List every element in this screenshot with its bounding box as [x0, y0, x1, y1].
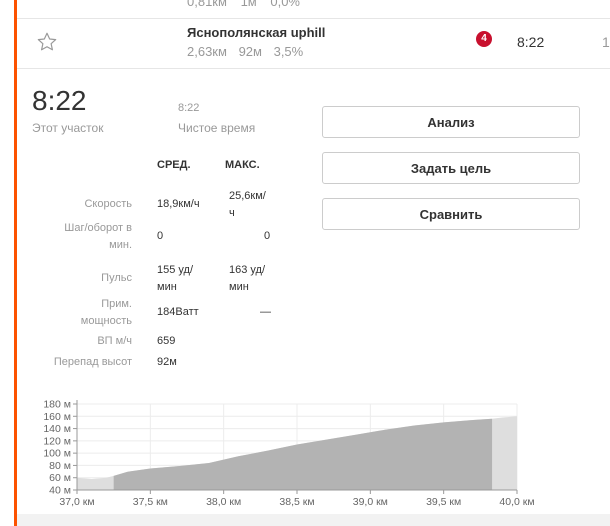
elevation-chart[interactable]: 40 м60 м80 м100 м120 м140 м160 м180 м 37,…: [0, 392, 610, 514]
stat-avg-cadence-line: 0: [157, 230, 164, 242]
stat-max-heart-rate: 163 уд/мин: [229, 262, 265, 296]
rank-badge: 4: [476, 31, 492, 47]
stat-max-power-line: —: [260, 306, 271, 318]
y-tick-label: 180 м: [43, 399, 71, 411]
y-tick-label: 160 м: [43, 411, 71, 423]
stat-label-heart-rate-line: Пульс: [101, 272, 132, 284]
stat-max-speed-line: ч: [229, 207, 235, 219]
previous-distance: 0,81км: [187, 0, 227, 9]
segment-stats: 2,63км 92м 3,5%: [187, 44, 311, 59]
x-tick-label: 37,5 км: [133, 496, 168, 508]
stat-avg-vam: 659: [157, 333, 175, 350]
stat-max-heart-rate-line: мин: [229, 281, 249, 293]
stat-label-cadence-line: Шаг/оборот в: [64, 222, 132, 234]
stat-avg-power-line: 184Ватт: [157, 306, 199, 318]
stat-avg-heart-rate-line: мин: [157, 281, 177, 293]
y-tick-label: 40 м: [49, 485, 71, 497]
analysis-button[interactable]: Анализ: [322, 106, 580, 138]
stat-label-heart-rate: Пульс: [20, 270, 132, 287]
segment-time: 8:22: [517, 34, 545, 50]
previous-elevation: 1м: [240, 0, 257, 9]
stat-label-vam-line: ВП м/ч: [97, 335, 132, 347]
stat-avg-cadence: 0: [157, 228, 163, 245]
stat-max-heart-rate-line: 163 уд/: [229, 264, 266, 276]
segment-name[interactable]: Яснополянская uphill: [187, 25, 325, 40]
row-divider: [17, 18, 610, 19]
stat-label-elevation-gain: Перепад высот: [20, 354, 132, 371]
y-tick-label: 80 м: [49, 460, 71, 472]
stat-avg-heart-rate-line: 155 уд/: [157, 264, 194, 276]
stat-avg-heart-rate: 155 уд/мин: [157, 262, 193, 296]
stat-avg-elevation-gain: 92м: [157, 354, 177, 371]
x-tick-label: 39,0 км: [353, 496, 388, 508]
stat-label-power-line: Прим.: [101, 298, 132, 310]
stat-label-power-line: мощность: [80, 315, 132, 327]
stat-avg-speed: 18,9км/ч: [157, 196, 200, 213]
row-divider: [17, 68, 610, 69]
stat-avg-vam-line: 659: [157, 335, 176, 347]
x-tick-label: 39,5 км: [426, 496, 461, 508]
moving-label: Чистое время: [178, 121, 256, 135]
stat-max-speed-line: 25,6км/: [229, 190, 266, 202]
stat-label-cadence-line: мин.: [109, 239, 132, 251]
segment-elevation: 92м: [238, 44, 262, 59]
y-tick-label: 100 м: [43, 448, 71, 460]
x-tick-label: 38,0 км: [206, 496, 241, 508]
stat-label-cadence: Шаг/оборот в мин.: [20, 220, 132, 254]
previous-segment-row[interactable]: 0,81км 1м 0,0%: [187, 0, 310, 9]
compare-button[interactable]: Сравнить: [322, 198, 580, 230]
stat-max-power: —: [260, 304, 271, 321]
max-header: МАКС.: [225, 159, 260, 171]
segment-distance: 2,63км: [187, 44, 227, 59]
stat-max-speed: 25,6км/ч: [229, 188, 266, 222]
stat-label-vam: ВП м/ч: [20, 333, 132, 350]
x-tick-label: 37,0 км: [59, 496, 94, 508]
x-tick-label: 38,5 км: [279, 496, 314, 508]
y-tick-label: 140 м: [43, 423, 71, 435]
stat-label-elevation-gain-line: Перепад высот: [53, 356, 132, 368]
y-tick-label: 60 м: [49, 472, 71, 484]
y-tick-label: 120 м: [43, 435, 71, 447]
x-tick-label: 40,0 км: [499, 496, 534, 508]
previous-grade: 0,0%: [270, 0, 300, 9]
stat-label-speed: Скорость: [20, 196, 132, 213]
stat-avg-speed-line: 18,9км/ч: [157, 198, 200, 210]
stat-max-cadence: 0: [264, 228, 270, 245]
segment-grade: 3,5%: [273, 44, 304, 59]
star-icon[interactable]: [36, 31, 58, 53]
stat-avg-power: 184Ватт: [157, 304, 199, 321]
map-preview[interactable]: [17, 514, 610, 526]
stat-avg-elevation-gain-line: 92м: [157, 356, 177, 368]
stat-label-speed-line: Скорость: [84, 198, 132, 210]
stat-max-cadence-line: 0: [264, 230, 271, 242]
moving-time: 8:22: [178, 102, 200, 114]
avg-header: СРЕД.: [157, 159, 191, 171]
segment-rank: 1: [602, 34, 610, 50]
segment-elevation-area: [113, 418, 493, 490]
set-goal-button[interactable]: Задать цель: [322, 152, 580, 184]
elapsed-label: Этот участок: [32, 121, 104, 135]
elapsed-time: 8:22: [32, 85, 87, 116]
stat-label-power: Прим. мощность: [20, 296, 132, 330]
